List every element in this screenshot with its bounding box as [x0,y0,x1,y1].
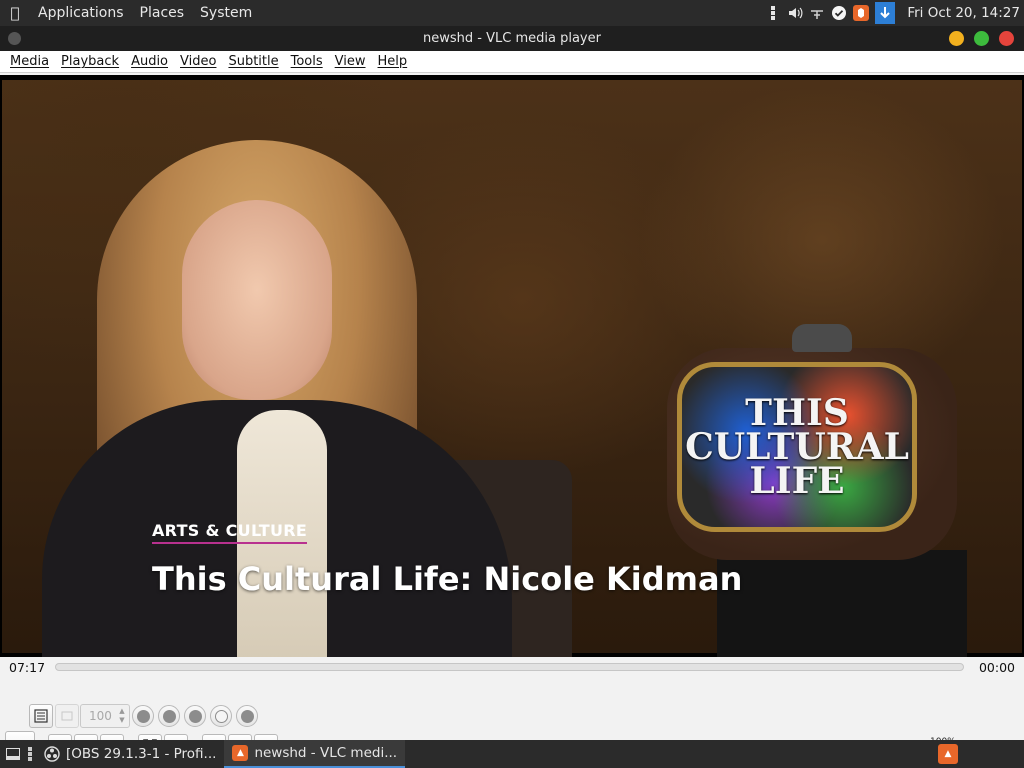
tv-stand [717,550,967,657]
tv-knob [792,324,852,352]
video-headline: This Cultural Life: Nicole Kidman [152,560,743,598]
system-tray: Fri Oct 20, 14:27 [765,2,1024,24]
loop-ab-button[interactable] [184,705,206,727]
tv-logo: THIS CULTURAL LIFE [685,392,909,502]
close-button[interactable] [999,31,1014,46]
frame-step-button[interactable] [210,705,232,727]
snapshot-button[interactable] [158,705,180,727]
person-face [182,200,332,400]
network-tray-icon[interactable] [809,5,825,21]
section-kicker: ARTS & CULTURE [152,521,308,544]
vlc-tray-icon: ▲ [938,744,958,764]
clock[interactable]: Fri Oct 20, 14:27 [901,5,1020,21]
taskbar: [OBS 29.1.3-1 - Profi... ▲ newshd - VLC … [0,740,1024,768]
spin-arrows-icon[interactable]: ▲ ▼ [117,707,127,725]
download-tray-icon[interactable] [875,2,896,24]
zoom-spinbox[interactable]: 100 ▲ ▼ [80,704,130,728]
taskbar-handle-icon[interactable] [24,740,36,768]
taskbar-item-vlc[interactable]: ▲ newshd - VLC medi... [224,740,406,768]
menu-playback[interactable]: Playback [55,54,125,69]
window-menu-button[interactable] [8,32,21,45]
vlc-window: newshd - VLC media player Media Playback… [0,26,1024,764]
seek-slider[interactable] [55,663,964,671]
system-menu[interactable]: System [192,5,260,21]
extra-button[interactable] [236,705,258,727]
apple-menu-icon[interactable]:  [0,4,30,22]
toggle-playlist-view-button[interactable] [29,704,53,728]
frame-by-frame-button[interactable] [55,704,79,728]
menu-help[interactable]: Help [372,54,414,69]
show-desktop-icon[interactable] [0,740,24,768]
check-tray-icon[interactable] [831,5,847,21]
menu-subtitle[interactable]: Subtitle [222,54,284,69]
menu-audio[interactable]: Audio [125,54,174,69]
taskbar-item-label: [OBS 29.1.3-1 - Profi... [66,746,217,762]
menu-view[interactable]: View [329,54,372,69]
more-options-icon[interactable] [765,5,781,21]
vlc-tray-icon[interactable] [853,5,870,21]
taskbar-tray-vlc[interactable]: ▲ [930,740,1024,768]
seek-row: 07:17 00:00 [0,657,1024,679]
taskbar-item-label: newshd - VLC medi... [254,745,398,761]
record-button[interactable] [132,705,154,727]
obs-icon [44,746,60,762]
lower-third: ARTS & CULTURE This Cultural Life: Nicol… [152,521,742,598]
menu-tools[interactable]: Tools [285,54,329,69]
applications-menu[interactable]: Applications [30,5,132,21]
volume-tray-icon[interactable] [787,5,803,21]
top-panel:  Applications Places System Fri Oct 20,… [0,0,1024,26]
vlc-icon: ▲ [232,745,249,761]
window-titlebar[interactable]: newshd - VLC media player [0,26,1024,51]
window-controls [949,31,1014,46]
controls-panel: 07:17 00:00 100 ▲ ▼ [0,657,1024,764]
places-menu[interactable]: Places [132,5,193,21]
time-elapsed[interactable]: 07:17 [9,660,45,675]
maximize-button[interactable] [974,31,989,46]
window-title: newshd - VLC media player [423,31,601,46]
video-area[interactable]: THIS CULTURAL LIFE ARTS & CULTURE This C… [0,75,1024,657]
zoom-value: 100 [89,709,112,723]
menubar: Media Playback Audio Video Subtitle Tool… [0,51,1024,73]
minimize-button[interactable] [949,31,964,46]
menu-video[interactable]: Video [174,54,222,69]
time-total[interactable]: 00:00 [979,660,1015,675]
tv-screen: THIS CULTURAL LIFE [677,362,917,532]
menu-media[interactable]: Media [4,54,55,69]
video-frame: THIS CULTURAL LIFE ARTS & CULTURE This C… [2,80,1022,657]
taskbar-item-obs[interactable]: [OBS 29.1.3-1 - Profi... [36,740,224,768]
